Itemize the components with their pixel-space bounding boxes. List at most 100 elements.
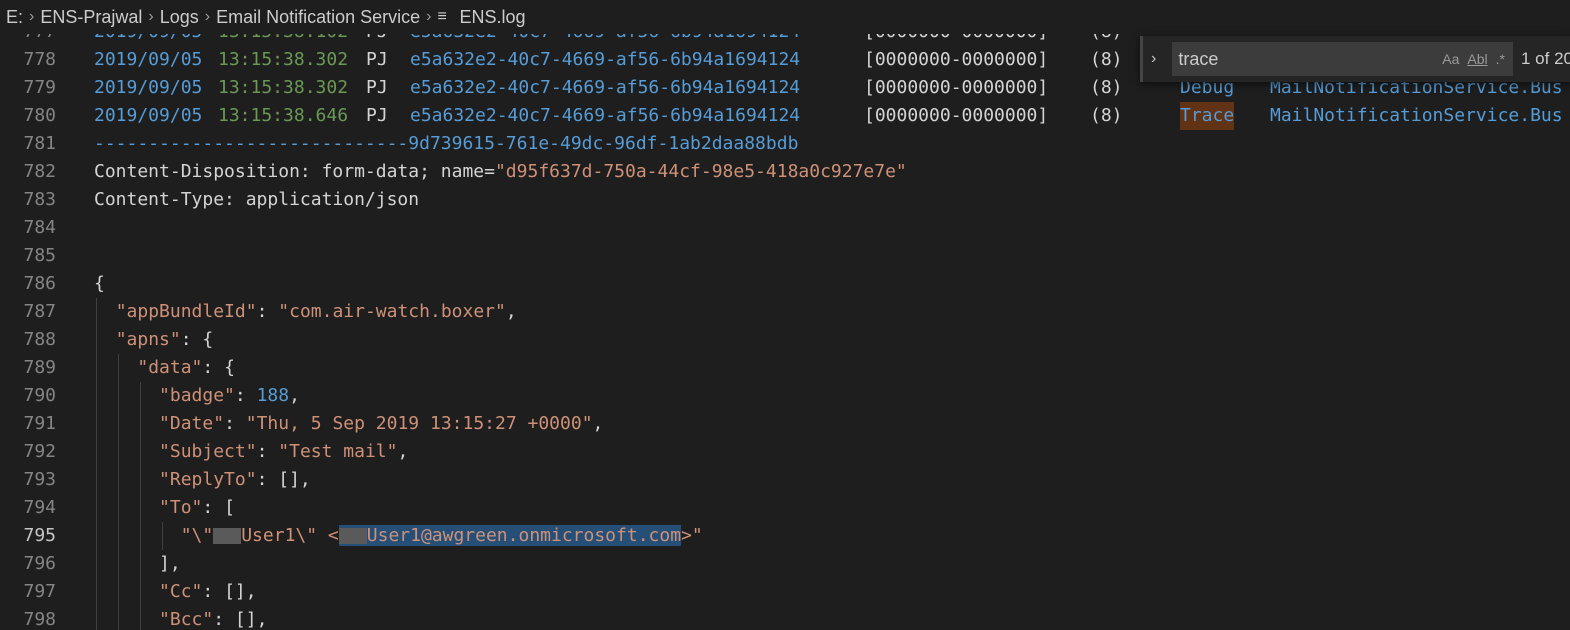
- json-key: "Cc": [159, 581, 203, 602]
- breadcrumb: E: › ENS-Prajwal › Logs › Email Notifica…: [0, 0, 1570, 34]
- log-date: 2019/09/05: [94, 34, 202, 46]
- code-line[interactable]: 789 "data": {: [0, 354, 1570, 382]
- chevron-right-icon: ›: [148, 8, 154, 25]
- disposition-value: "d95f637d-750a-44cf-98e5-418a0c927e7e": [494, 161, 907, 182]
- code-line[interactable]: 788 "apns": {: [0, 326, 1570, 354]
- code-line[interactable]: 791 "Date": "Thu, 5 Sep 2019 13:15:27 +0…: [0, 410, 1570, 438]
- line-number: 798: [23, 609, 56, 630]
- line-number: 791: [23, 413, 56, 434]
- indent-guide: [118, 466, 119, 494]
- log-user: PJ: [366, 49, 388, 70]
- log-guid: e5a632e2-40c7-4669-af56-6b94a1694124: [410, 77, 801, 98]
- line-number: 797: [23, 581, 56, 602]
- indent-guide: [140, 438, 141, 466]
- log-thread: (8): [1090, 34, 1123, 46]
- breadcrumb-folder-logs[interactable]: Logs: [160, 7, 199, 28]
- json-key: "data": [137, 357, 203, 378]
- code-line[interactable]: 793 "ReplyTo": [],: [0, 466, 1570, 494]
- code-line[interactable]: 786 {: [0, 270, 1570, 298]
- log-range: [0000000-0000000]: [864, 49, 1049, 70]
- indent-guide: [96, 326, 97, 354]
- code-line[interactable]: 792 "Subject": "Test mail",: [0, 438, 1570, 466]
- indent-guide: [140, 494, 141, 522]
- log-thread: (8): [1090, 49, 1123, 70]
- log-thread: (8): [1090, 105, 1123, 126]
- log-date: 2019/09/05: [94, 49, 203, 70]
- json-value: "\": [180, 525, 214, 546]
- indent-guide: [96, 438, 97, 466]
- code-line[interactable]: 794 "To": [: [0, 494, 1570, 522]
- breadcrumb-file[interactable]: ENS.log: [459, 7, 525, 28]
- line-number: 789: [23, 357, 56, 378]
- redacted-block: [213, 528, 242, 544]
- log-guid: e5a632e2-40c7-4669-af56-6b94a1694124: [410, 49, 801, 70]
- code-line[interactable]: 796 ],: [0, 550, 1570, 578]
- code-line[interactable]: 790 "badge": 188,: [0, 382, 1570, 410]
- code-line[interactable]: 785: [0, 242, 1570, 270]
- indent-guide: [96, 354, 97, 382]
- json-key: "apns": [115, 329, 181, 350]
- indent-guide: [96, 550, 97, 578]
- json-value: User1\": [241, 525, 328, 546]
- log-range: [0000000-0000000]: [864, 34, 1048, 46]
- indent-guide: [96, 578, 97, 606]
- editor-pane[interactable]: 777 2019/09/05 13:15:38.102 PJ e5a632e2-…: [0, 34, 1570, 630]
- breadcrumb-folder-ens-prajwal[interactable]: ENS-Prajwal: [40, 7, 142, 28]
- match-case-icon[interactable]: Aa: [1442, 51, 1459, 67]
- find-input[interactable]: trace Aa Abl .*: [1172, 42, 1513, 76]
- indent-guide: [118, 494, 119, 522]
- line-number: 781: [23, 133, 56, 154]
- indent-guide: [118, 382, 119, 410]
- json-key: "appBundleId": [115, 301, 257, 322]
- indent-guide: [118, 578, 119, 606]
- code-line[interactable]: 783 Content-Type: application/json: [0, 186, 1570, 214]
- indent-guide: [96, 522, 97, 550]
- indent-guide: [118, 550, 119, 578]
- chevron-right-icon: ›: [29, 8, 35, 25]
- indent-guide: [140, 606, 141, 630]
- json-value: "Thu, 5 Sep 2019 13:15:27 +0000": [245, 413, 593, 434]
- multipart-boundary: -----------------------------9d739615-76…: [94, 133, 799, 154]
- indent-guide: [96, 466, 97, 494]
- json-key: "Subject": [159, 441, 257, 462]
- log-user: PJ: [366, 34, 388, 46]
- line-number: 784: [23, 217, 56, 238]
- indent-guide: [96, 494, 97, 522]
- breadcrumb-drive[interactable]: E:: [6, 7, 23, 28]
- regex-icon[interactable]: .*: [1496, 51, 1505, 67]
- code-line[interactable]: 782 Content-Disposition: form-data; name…: [0, 158, 1570, 186]
- code-line-active[interactable]: 795 "\" User1\" < User1@awgreen.onmicrosof…: [0, 522, 1570, 550]
- breadcrumb-folder-email-notification-service[interactable]: Email Notification Service: [216, 7, 420, 28]
- json-value: 188: [256, 385, 290, 406]
- chevron-right-icon: ›: [204, 8, 211, 25]
- code-line[interactable]: 784: [0, 214, 1570, 242]
- editor-lines: 777 2019/09/05 13:15:38.102 PJ e5a632e2-…: [0, 34, 1570, 630]
- json-key: "ReplyTo": [159, 469, 257, 490]
- json-brace: {: [94, 273, 105, 294]
- indent-guide: [140, 522, 141, 550]
- code-line[interactable]: 798 "Bcc": [],: [0, 606, 1570, 630]
- log-line[interactable]: 780 2019/09/05 13:15:38.646 PJ e5a632e2-…: [0, 102, 1570, 130]
- line-number: 794: [23, 497, 56, 518]
- email-address: User1@awgreen.onmicrosoft.com: [366, 525, 682, 546]
- file-lines-icon: ≡: [437, 8, 447, 25]
- find-query[interactable]: trace: [1178, 49, 1442, 70]
- match-whole-word-icon[interactable]: Abl: [1467, 51, 1487, 67]
- json-key: "Date": [159, 413, 225, 434]
- log-time: 13:15:38.646: [218, 105, 349, 126]
- json-key: "Bcc": [159, 609, 214, 630]
- log-user: PJ: [366, 77, 388, 98]
- content-type-header: Content-Type: application/json: [94, 189, 420, 210]
- indent-guide: [118, 410, 119, 438]
- log-level-search-match: Trace: [1180, 102, 1235, 130]
- indent-guide: [118, 354, 119, 382]
- chevron-right-icon[interactable]: ›: [1143, 50, 1164, 68]
- code-line[interactable]: 781 -----------------------------9d73961…: [0, 130, 1570, 158]
- line-number: 777: [0, 34, 56, 46]
- line-number: 786: [23, 273, 56, 294]
- line-number: 788: [23, 329, 56, 350]
- indent-guide: [140, 578, 141, 606]
- code-line[interactable]: 787 "appBundleId": "com.air-watch.boxer"…: [0, 298, 1570, 326]
- code-line[interactable]: 797 "Cc": [],: [0, 578, 1570, 606]
- log-time: 13:15:38.302: [218, 77, 349, 98]
